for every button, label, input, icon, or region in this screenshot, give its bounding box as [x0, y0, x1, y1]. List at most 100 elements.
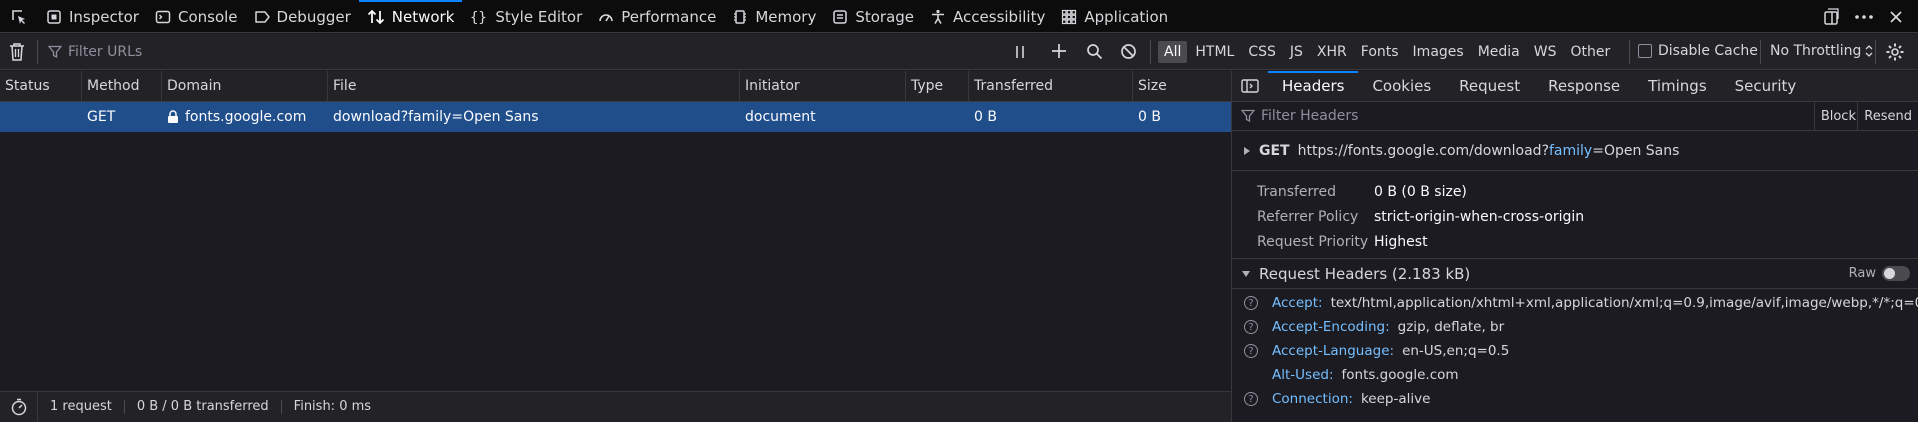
column-domain[interactable]: Domain	[162, 71, 328, 101]
more-options-icon[interactable]	[1854, 8, 1874, 26]
domain-text: fonts.google.com	[185, 109, 307, 125]
cell-transferred: 0 B	[974, 109, 997, 125]
tab-style-editor[interactable]: {} Style Editor	[462, 0, 590, 33]
toggle-panel-button[interactable]	[1232, 71, 1268, 102]
toolbar-divider	[1760, 40, 1761, 64]
raw-toggle[interactable]: Raw	[1849, 266, 1910, 281]
filter-all-button[interactable]: All	[1158, 41, 1188, 63]
filter-urls-field[interactable]	[48, 40, 368, 64]
network-settings-button[interactable]	[1885, 42, 1905, 66]
filter-js-button[interactable]: JS	[1284, 41, 1309, 63]
throttling-select[interactable]: No Throttling	[1770, 43, 1873, 59]
request-headers-section-header[interactable]: Request Headers (2.183 kB) Raw	[1232, 259, 1918, 289]
filter-other-button[interactable]: Other	[1564, 41, 1616, 63]
filter-headers-input[interactable]	[1261, 108, 1561, 124]
tab-cookies[interactable]: Cookies	[1358, 71, 1445, 102]
column-initiator[interactable]: Initiator	[740, 71, 906, 101]
help-icon[interactable]: ?	[1244, 296, 1258, 310]
help-icon[interactable]: ?	[1244, 392, 1258, 406]
tab-storage[interactable]: Storage	[824, 0, 922, 33]
close-icon[interactable]	[1888, 9, 1904, 25]
raw-switch[interactable]	[1882, 266, 1910, 281]
filter-urls-input[interactable]	[68, 44, 368, 60]
performance-analysis-button[interactable]	[0, 392, 38, 422]
memory-icon	[734, 9, 747, 24]
column-file[interactable]: File	[328, 71, 740, 101]
header-value: keep-alive	[1360, 391, 1431, 407]
request-url-row[interactable]: GET https://fonts.google.com/download?fa…	[1232, 131, 1918, 171]
help-icon[interactable]: ?	[1244, 320, 1258, 334]
table-row[interactable]: GET fonts.google.com download?family=Ope…	[0, 102, 1231, 132]
column-type[interactable]: Type	[906, 71, 969, 101]
help-icon[interactable]: ?	[1244, 344, 1258, 358]
cell-type	[906, 102, 969, 132]
summary-label: Transferred	[1257, 183, 1336, 200]
raw-label: Raw	[1848, 266, 1876, 281]
add-request-button[interactable]	[1051, 43, 1067, 63]
column-method[interactable]: Method	[82, 71, 162, 101]
header-row[interactable]: ? Accept-Language: en-US,en;q=0.5	[1232, 339, 1918, 363]
tab-performance[interactable]: Performance	[590, 0, 724, 33]
disable-cache-checkbox[interactable]: Disable Cache	[1638, 43, 1758, 59]
filter-html-button[interactable]: HTML	[1189, 41, 1240, 63]
column-size[interactable]: Size	[1133, 71, 1231, 101]
tab-label: Debugger	[276, 7, 351, 26]
updown-chevron-icon	[1865, 45, 1873, 57]
request-headers-title: Request Headers (2.183 kB)	[1259, 264, 1471, 283]
header-name: Accept:	[1272, 295, 1323, 311]
header-name: Accept-Encoding:	[1272, 319, 1390, 335]
tab-label: Application	[1084, 7, 1169, 26]
tab-console[interactable]: Console	[147, 0, 246, 33]
toolbar-divider	[1629, 40, 1630, 64]
tab-application[interactable]: Application	[1053, 0, 1176, 33]
request-details-panel: Headers Cookies Request Response Timings…	[1231, 71, 1918, 422]
filter-images-button[interactable]: Images	[1407, 41, 1470, 63]
filter-css-button[interactable]: CSS	[1242, 41, 1282, 63]
block-requests-button[interactable]	[1120, 43, 1137, 64]
throttling-label: No Throttling	[1770, 43, 1862, 59]
resend-button[interactable]: Resend	[1857, 102, 1918, 130]
status-bar: 1 request 0 B / 0 B transferred Finish: …	[0, 391, 1231, 422]
element-picker-button[interactable]	[0, 0, 38, 33]
filter-xhr-button[interactable]: XHR	[1311, 41, 1353, 63]
tab-security[interactable]: Security	[1721, 71, 1811, 102]
header-name: Connection:	[1272, 391, 1353, 407]
tab-label: Style Editor	[495, 7, 583, 26]
header-row[interactable]: ? Accept-Encoding: gzip, deflate, br	[1232, 315, 1918, 339]
cell-method: GET	[87, 109, 116, 125]
tab-inspector[interactable]: Inspector	[38, 0, 147, 33]
tab-headers[interactable]: Headers	[1268, 71, 1359, 102]
tab-label: Storage	[855, 7, 915, 26]
tab-debugger[interactable]: Debugger	[246, 0, 359, 33]
filter-fonts-button[interactable]: Fonts	[1355, 41, 1405, 63]
clear-button[interactable]	[8, 42, 26, 66]
network-toolbar: All HTML CSS JS XHR Fonts Images Media W…	[0, 34, 1918, 70]
request-count: 1 request	[38, 400, 125, 414]
block-button[interactable]: Block	[1813, 102, 1862, 130]
column-transferred[interactable]: Transferred	[969, 71, 1133, 101]
tab-accessibility[interactable]: Accessibility	[922, 0, 1053, 33]
filter-ws-button[interactable]: WS	[1528, 41, 1563, 63]
checkbox-box[interactable]	[1638, 44, 1652, 58]
header-row[interactable]: ? Connection: keep-alive	[1232, 387, 1918, 411]
header-value: en-US,en;q=0.5	[1402, 343, 1510, 359]
column-status[interactable]: Status	[0, 71, 82, 101]
pause-button[interactable]	[1013, 44, 1027, 64]
tab-label: Inspector	[69, 7, 139, 26]
header-name: Accept-Language:	[1272, 343, 1395, 359]
request-url: https://fonts.google.com/download?family…	[1298, 143, 1680, 159]
pause-icon	[1016, 46, 1024, 58]
block-icon	[1121, 44, 1136, 59]
filter-media-button[interactable]: Media	[1472, 41, 1526, 63]
tab-network[interactable]: Network	[358, 0, 463, 33]
header-row[interactable]: ? Accept: text/html,application/xhtml+xm…	[1232, 291, 1918, 315]
tab-label: Memory	[755, 7, 817, 26]
search-button[interactable]	[1086, 43, 1103, 64]
tab-request[interactable]: Request	[1445, 71, 1534, 102]
tab-memory[interactable]: Memory	[724, 0, 824, 33]
dock-options-icon[interactable]	[1822, 7, 1840, 26]
tab-response[interactable]: Response	[1534, 71, 1634, 102]
console-icon	[155, 10, 171, 23]
tab-timings[interactable]: Timings	[1634, 71, 1721, 102]
header-row[interactable]: Alt-Used: fonts.google.com	[1232, 363, 1918, 387]
